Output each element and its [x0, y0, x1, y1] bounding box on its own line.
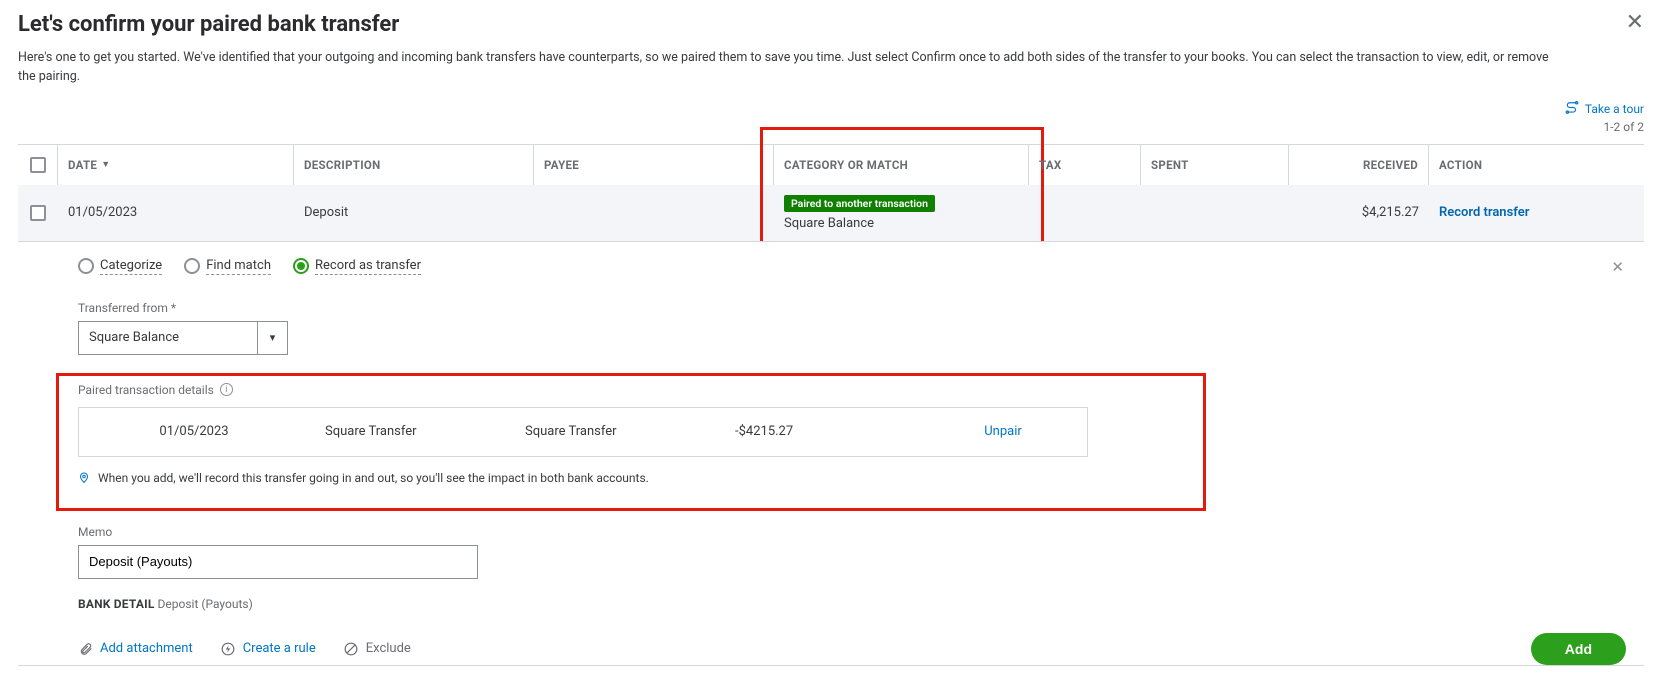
- paired-description: Square Transfer: [309, 424, 509, 439]
- select-all-checkbox[interactable]: [30, 157, 46, 173]
- transferred-from-select[interactable]: Square Balance ▾: [78, 321, 288, 355]
- table-row[interactable]: 01/05/2023 Deposit Paired to another tra…: [18, 185, 1644, 241]
- location-pin-icon: [78, 471, 90, 489]
- radio-unchecked-icon: [184, 258, 200, 274]
- take-a-tour-link[interactable]: Take a tour: [1565, 101, 1644, 118]
- paired-badge: Paired to another transaction: [784, 195, 935, 212]
- exclude-link[interactable]: Exclude: [344, 641, 411, 656]
- row-spent: [1141, 203, 1289, 223]
- info-icon[interactable]: i: [220, 383, 233, 396]
- paired-payee: Square Transfer: [509, 424, 719, 439]
- radio-find-match-label: Find match: [206, 258, 271, 275]
- sort-desc-icon: ▼: [101, 159, 110, 170]
- pagination-range: 1-2 of 2: [1565, 120, 1644, 134]
- table-header: DATE ▼ DESCRIPTION PAYEE CATEGORY OR MAT…: [18, 145, 1644, 185]
- create-rule-label: Create a rule: [243, 641, 316, 656]
- paperclip-icon: [78, 641, 93, 656]
- row-category-value: Square Balance: [784, 216, 874, 231]
- transferred-from-label: Transferred from *: [78, 301, 1626, 315]
- page-subtitle: Here's one to get you started. We've ide…: [18, 49, 1558, 87]
- bank-detail-label: BANK DETAIL: [78, 597, 155, 611]
- col-action[interactable]: ACTION: [1429, 145, 1644, 185]
- paired-date: 01/05/2023: [79, 424, 309, 439]
- memo-input[interactable]: [78, 545, 478, 579]
- memo-label: Memo: [78, 525, 1626, 539]
- radio-categorize-label: Categorize: [100, 258, 162, 275]
- chevron-down-icon: ▾: [257, 322, 287, 354]
- radio-unchecked-icon: [78, 258, 94, 274]
- close-icon[interactable]: ✕: [1626, 12, 1644, 34]
- col-category[interactable]: CATEGORY OR MATCH: [774, 145, 1029, 185]
- tour-link-label: Take a tour: [1585, 102, 1644, 116]
- col-tax[interactable]: TAX: [1029, 145, 1141, 185]
- add-attachment-link[interactable]: Add attachment: [78, 641, 193, 656]
- add-button[interactable]: Add: [1531, 633, 1626, 665]
- row-checkbox[interactable]: [30, 205, 46, 221]
- col-date-label: DATE: [68, 158, 97, 172]
- row-payee: [534, 203, 774, 223]
- route-icon: [1565, 101, 1579, 118]
- radio-categorize[interactable]: Categorize: [78, 258, 162, 275]
- row-date: 01/05/2023: [58, 195, 294, 230]
- exclude-label: Exclude: [366, 641, 411, 656]
- col-date[interactable]: DATE ▼: [58, 145, 294, 185]
- radio-checked-icon: [293, 258, 309, 274]
- paired-transaction-row: 01/05/2023 Square Transfer Square Transf…: [78, 407, 1088, 457]
- paired-section-label: Paired transaction details: [78, 383, 214, 397]
- add-attachment-label: Add attachment: [100, 641, 193, 656]
- transaction-detail-panel: ✕ Categorize Find match Record as transf…: [18, 241, 1644, 665]
- radio-record-transfer-label: Record as transfer: [315, 258, 421, 275]
- bank-detail-value: Deposit (Payouts): [158, 597, 253, 611]
- col-payee[interactable]: PAYEE: [534, 145, 774, 185]
- row-description: Deposit: [294, 195, 534, 230]
- col-description[interactable]: DESCRIPTION: [294, 145, 534, 185]
- col-category-label: CATEGORY OR MATCH: [784, 158, 908, 172]
- transferred-from-value: Square Balance: [89, 330, 179, 345]
- row-received: $4,215.27: [1289, 195, 1429, 230]
- paired-amount: -$4215.27: [719, 424, 919, 439]
- radio-record-transfer[interactable]: Record as transfer: [293, 258, 421, 275]
- row-tax: [1029, 203, 1141, 223]
- create-rule-link[interactable]: Create a rule: [221, 641, 316, 656]
- paired-hint: When you add, we'll record this transfer…: [98, 471, 649, 485]
- exclude-icon: [344, 641, 359, 656]
- unpair-link[interactable]: Unpair: [984, 424, 1022, 439]
- col-spent[interactable]: SPENT: [1141, 145, 1289, 185]
- page-title: Let's confirm your paired bank transfer: [18, 12, 399, 37]
- radio-find-match[interactable]: Find match: [184, 258, 271, 275]
- lightning-icon: [221, 641, 236, 656]
- record-transfer-link[interactable]: Record transfer: [1439, 205, 1529, 220]
- col-received[interactable]: RECEIVED: [1289, 145, 1429, 185]
- row-category: Paired to another transaction Square Bal…: [774, 185, 1029, 241]
- collapse-panel-icon[interactable]: ✕: [1611, 258, 1624, 276]
